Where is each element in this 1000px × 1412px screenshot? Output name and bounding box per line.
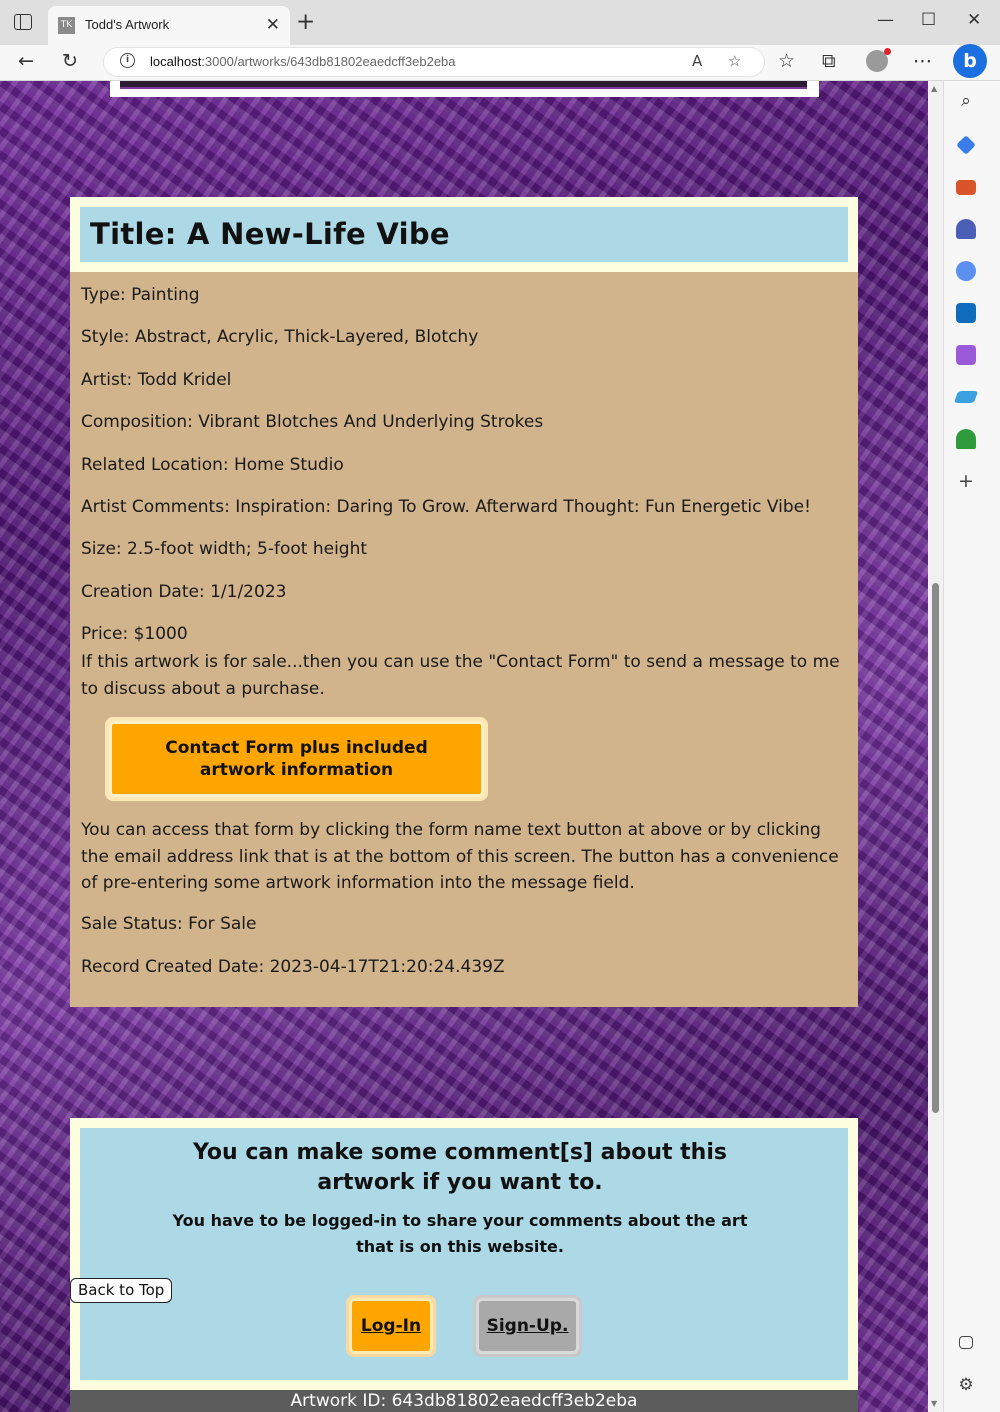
bing-copilot-icon[interactable]: b [953, 44, 987, 78]
url-text[interactable]: localhost:3000/artworks/643db81802eaedcf… [150, 54, 456, 69]
artwork-image-frame [110, 81, 819, 97]
briefcase-icon[interactable] [956, 180, 976, 195]
contact-form-button[interactable]: Contact Form plus included artwork infor… [109, 721, 484, 797]
artwork-style: Style: Abstract, Acrylic, Thick-Layered,… [81, 327, 479, 347]
tab-favicon-icon: TK [58, 17, 75, 34]
browser-toolbar: ← ↻ i localhost:3000/artworks/643db81802… [0, 45, 1000, 81]
comments-panel: You can make some comment[s] about this … [80, 1128, 848, 1380]
settings-gear-icon[interactable]: ⚙ [956, 1375, 976, 1395]
send-icon[interactable] [953, 391, 979, 403]
designer-icon[interactable] [956, 345, 976, 365]
close-window-button[interactable]: ✕ [967, 10, 981, 30]
page-viewport: Title: A New-Life Vibe Type: Painting St… [0, 81, 928, 1412]
artwork-size: Size: 2.5-foot width; 5-foot height [81, 539, 368, 559]
comments-heading: You can make some comment[s] about this … [193, 1140, 727, 1195]
signup-button[interactable]: Sign-Up. [476, 1298, 579, 1354]
tab-close-icon[interactable]: ✕ [266, 15, 280, 35]
add-icon[interactable]: + [956, 471, 976, 491]
new-tab-button[interactable]: + [296, 9, 315, 35]
artwork-title: Title: A New-Life Vibe [90, 217, 450, 251]
login-button[interactable]: Log-In [349, 1298, 433, 1354]
chess-icon[interactable] [956, 219, 976, 239]
comments-subheading: You have to be logged-in to share your c… [172, 1211, 748, 1256]
artwork-details-card: Title: A New-Life Vibe Type: Painting St… [70, 197, 858, 1007]
comments-section: You can make some comment[s] about this … [70, 1118, 858, 1390]
maximize-button[interactable]: ☐ [921, 10, 936, 30]
sale-status: Sale Status: For Sale [81, 914, 257, 934]
artwork-id: Artwork ID: 643db81802eaedcff3eb2eba [290, 1391, 638, 1411]
artwork-artist-comments: Artist Comments: Inspiration: Daring To … [81, 497, 811, 517]
url-path: :3000/artworks/643db81802eaedcff3eb2eba [201, 54, 456, 69]
record-created-date: Record Created Date: 2023-04-17T21:20:24… [81, 957, 505, 977]
scroll-up-icon[interactable]: ▲ [931, 84, 937, 93]
back-to-top-button[interactable]: Back to Top [70, 1278, 173, 1303]
favorites-icon[interactable]: ☆ [778, 50, 795, 72]
site-info-icon[interactable]: i [120, 53, 135, 68]
tag-icon[interactable] [956, 135, 976, 155]
title-frame: Title: A New-Life Vibe [70, 197, 858, 272]
back-arrow-icon[interactable]: ← [18, 50, 34, 72]
form-note: You can access that form by clicking the… [81, 820, 839, 893]
contact-button-frame: Contact Form plus included artwork infor… [105, 717, 488, 801]
tab-title: Todd's Artwork [85, 17, 170, 32]
tab-actions-icon[interactable] [14, 14, 32, 30]
outlook-icon[interactable] [956, 303, 976, 323]
add-favorite-icon[interactable]: ☆ [728, 52, 741, 70]
collections-icon[interactable]: ⧉ [822, 50, 836, 72]
address-bar[interactable]: i localhost:3000/artworks/643db81802eaed… [103, 47, 765, 77]
browser-tab[interactable]: TK Todd's Artwork ✕ [48, 6, 290, 45]
scroll-down-icon[interactable]: ▼ [931, 1399, 937, 1408]
artwork-composition: Composition: Vibrant Blotches And Underl… [81, 412, 544, 432]
browser-titlebar: TK Todd's Artwork ✕ + — ☐ ✕ [0, 0, 1000, 45]
edge-sidebar: ⌕ + ⚙ [943, 81, 1000, 1412]
artwork-related-location: Related Location: Home Studio [81, 455, 344, 475]
sidebar-toggle-icon[interactable] [959, 1336, 973, 1349]
footer-bar: Artwork ID: 643db81802eaedcff3eb2eba [70, 1390, 858, 1412]
artwork-creation-date: Creation Date: 1/1/2023 [81, 582, 287, 602]
sale-note: If this artwork is for sale...then you c… [81, 652, 840, 699]
refresh-icon[interactable]: ↻ [62, 50, 78, 72]
scroll-thumb[interactable] [932, 583, 939, 1113]
tree-icon[interactable] [956, 429, 976, 449]
profile-avatar[interactable] [866, 48, 891, 72]
url-host: localhost [150, 54, 202, 69]
artwork-artist: Artist: Todd Kridel [81, 370, 232, 390]
signup-button-frame: Sign-Up. [473, 1295, 582, 1357]
search-icon[interactable]: ⌕ [956, 91, 976, 111]
artwork-price: Price: $1000 [81, 624, 188, 644]
artwork-type: Type: Painting [81, 285, 200, 305]
copilot-circle-icon[interactable] [956, 261, 976, 281]
title-banner: Title: A New-Life Vibe [80, 207, 848, 262]
minimize-button[interactable]: — [877, 10, 894, 30]
page-scrollbar[interactable]: ▲ ▼ [928, 81, 943, 1412]
read-aloud-icon[interactable]: A [692, 52, 702, 70]
more-menu-icon[interactable]: ⋯ [913, 50, 932, 72]
login-button-frame: Log-In [346, 1295, 436, 1357]
